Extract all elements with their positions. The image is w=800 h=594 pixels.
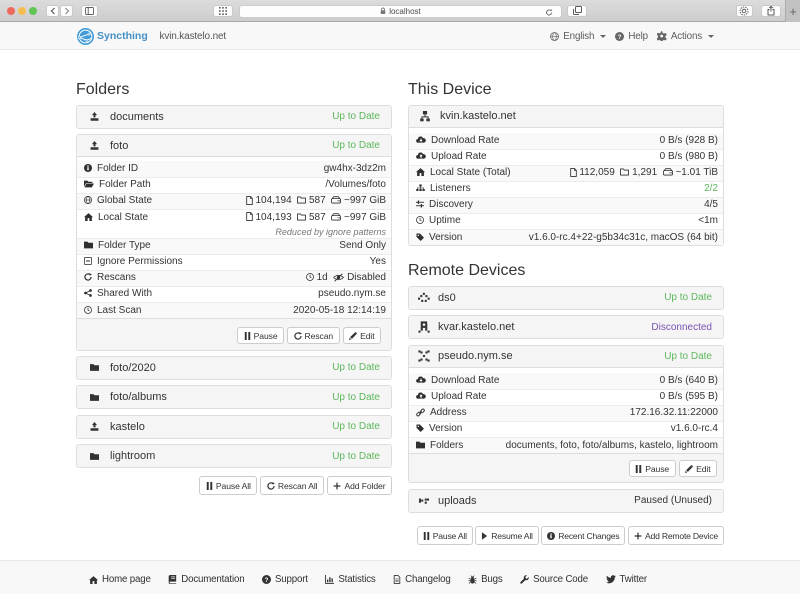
svg-text:?: ? xyxy=(265,577,269,584)
svg-text:?: ? xyxy=(618,33,622,40)
